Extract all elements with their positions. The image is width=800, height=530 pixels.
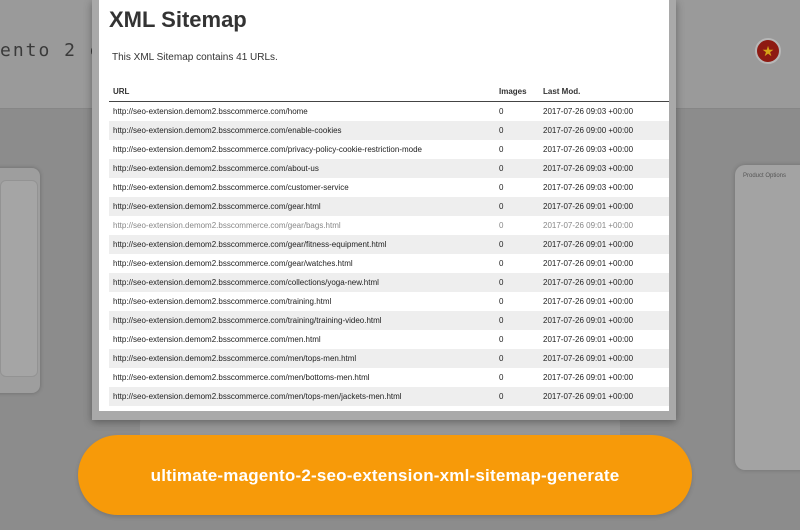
url-link[interactable]: http://seo-extension.demom2.bsscommerce.…: [109, 216, 495, 235]
url-link[interactable]: http://seo-extension.demom2.bsscommerce.…: [109, 330, 495, 349]
table-row: http://seo-extension.demom2.bsscommerce.…: [109, 140, 669, 159]
table-row: http://seo-extension.demom2.bsscommerce.…: [109, 216, 669, 235]
last-modified: 2017-07-26 09:03 +00:00: [539, 159, 669, 178]
url-link[interactable]: http://seo-extension.demom2.bsscommerce.…: [109, 273, 495, 292]
images-count: 0: [495, 235, 539, 254]
sitemap-table: URL Images Last Mod. http://seo-extensio…: [109, 82, 669, 406]
table-row: http://seo-extension.demom2.bsscommerce.…: [109, 292, 669, 311]
sitemap-intro: This XML Sitemap contains 41 URLs.: [112, 52, 278, 63]
images-count: 0: [499, 145, 504, 154]
images-count: 0: [495, 121, 539, 140]
url-link[interactable]: http://seo-extension.demom2.bsscommerce.…: [109, 235, 495, 254]
table-row: http://seo-extension.demom2.bsscommerce.…: [109, 368, 669, 387]
url-link[interactable]: http://seo-extension.demom2.bsscommerce.…: [109, 178, 495, 197]
images-count: 0: [495, 349, 539, 368]
images-count: 0: [495, 387, 539, 406]
images-count: 0: [495, 311, 539, 330]
table-row: http://seo-extension.demom2.bsscommerce.…: [109, 159, 669, 178]
table-row: http://seo-extension.demom2.bsscommerce.…: [109, 197, 669, 216]
last-modified: 2017-07-26 09:01 +00:00: [539, 235, 669, 254]
url-link[interactable]: http://seo-extension.demom2.bsscommerce.…: [109, 102, 495, 122]
column-header-images: Images: [495, 82, 539, 102]
column-header-url: URL: [109, 82, 495, 102]
images-count: 0: [499, 107, 504, 116]
images-count: 0: [499, 335, 504, 344]
star-icon[interactable]: ★: [755, 38, 781, 64]
table-row: http://seo-extension.demom2.bsscommerce.…: [109, 330, 669, 349]
url-link[interactable]: http://seo-extension.demom2.bsscommerce.…: [109, 292, 495, 311]
table-row: http://seo-extension.demom2.bsscommerce.…: [109, 102, 669, 122]
last-modified: 2017-07-26 09:03 +00:00: [543, 183, 634, 192]
table-row: http://seo-extension.demom2.bsscommerce.…: [109, 235, 669, 254]
url-link[interactable]: http://seo-extension.demom2.bsscommerce.…: [109, 349, 495, 368]
last-modified: 2017-07-26 09:01 +00:00: [539, 311, 669, 330]
sitemap-title: XML Sitemap: [109, 7, 247, 32]
table-row: http://seo-extension.demom2.bsscommerce.…: [109, 387, 669, 406]
url-link[interactable]: http://seo-extension.demom2.bsscommerce.…: [109, 311, 495, 330]
last-modified: 2017-07-26 09:01 +00:00: [543, 221, 634, 230]
product-options-label: Product Options: [743, 173, 787, 179]
table-row: http://seo-extension.demom2.bsscommerce.…: [109, 273, 669, 292]
caption-text: ultimate-magento-2-seo-extension-xml-sit…: [150, 465, 620, 485]
last-modified: 2017-07-26 09:01 +00:00: [539, 387, 669, 406]
images-count: 0: [499, 297, 504, 306]
table-header-row: URL Images Last Mod.: [109, 82, 669, 102]
last-modified: 2017-07-26 09:01 +00:00: [543, 335, 634, 344]
last-modified: 2017-07-26 09:03 +00:00: [543, 107, 634, 116]
last-modified: 2017-07-26 09:01 +00:00: [543, 259, 634, 268]
images-count: 0: [495, 197, 539, 216]
background-right-card: Product Options: [735, 165, 800, 470]
images-count: 0: [495, 273, 539, 292]
images-count: 0: [499, 183, 504, 192]
last-modified: 2017-07-26 09:01 +00:00: [543, 373, 634, 382]
url-link[interactable]: http://seo-extension.demom2.bsscommerce.…: [109, 254, 495, 273]
last-modified: 2017-07-26 09:03 +00:00: [543, 145, 634, 154]
sitemap-table-wrap: URL Images Last Mod. http://seo-extensio…: [109, 82, 669, 406]
table-row: http://seo-extension.demom2.bsscommerce.…: [109, 311, 669, 330]
url-link[interactable]: http://seo-extension.demom2.bsscommerce.…: [109, 140, 495, 159]
images-count: 0: [495, 159, 539, 178]
table-row: http://seo-extension.demom2.bsscommerce.…: [109, 254, 669, 273]
table-row: http://seo-extension.demom2.bsscommerce.…: [109, 178, 669, 197]
last-modified: 2017-07-26 09:01 +00:00: [539, 349, 669, 368]
last-modified: 2017-07-26 09:01 +00:00: [539, 273, 669, 292]
table-row: http://seo-extension.demom2.bsscommerce.…: [109, 121, 669, 140]
background-left-card: [0, 168, 40, 393]
url-link[interactable]: http://seo-extension.demom2.bsscommerce.…: [109, 197, 495, 216]
caption-banner: ultimate-magento-2-seo-extension-xml-sit…: [78, 435, 692, 515]
sitemap-document: XML Sitemap This XML Sitemap contains 41…: [99, 0, 669, 411]
table-row: http://seo-extension.demom2.bsscommerce.…: [109, 349, 669, 368]
last-modified: 2017-07-26 09:01 +00:00: [543, 297, 634, 306]
url-link[interactable]: http://seo-extension.demom2.bsscommerce.…: [109, 387, 495, 406]
url-link[interactable]: http://seo-extension.demom2.bsscommerce.…: [109, 121, 495, 140]
url-link[interactable]: http://seo-extension.demom2.bsscommerce.…: [109, 368, 495, 387]
url-link[interactable]: http://seo-extension.demom2.bsscommerce.…: [109, 159, 495, 178]
background-left-card-inner: [0, 180, 38, 377]
images-count: 0: [499, 221, 504, 230]
images-count: 0: [499, 259, 504, 268]
images-count: 0: [499, 373, 504, 382]
last-modified: 2017-07-26 09:01 +00:00: [539, 197, 669, 216]
column-header-lastmod: Last Mod.: [539, 82, 669, 102]
last-modified: 2017-07-26 09:00 +00:00: [539, 121, 669, 140]
sitemap-modal: XML Sitemap This XML Sitemap contains 41…: [92, 0, 676, 420]
